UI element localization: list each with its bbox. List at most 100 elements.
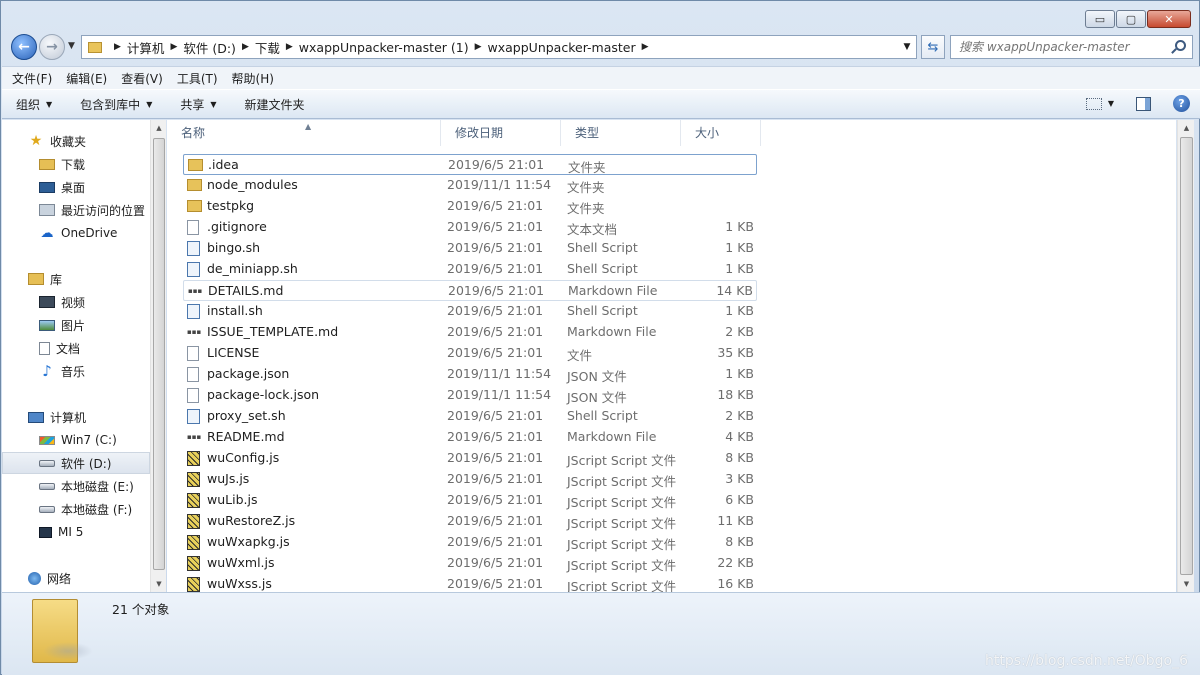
- address-dropdown-icon[interactable]: ▼: [898, 36, 916, 58]
- column-date[interactable]: 修改日期: [441, 120, 561, 146]
- file-date: 2019/6/5 21:01: [448, 157, 545, 172]
- file-size: 8 KB: [725, 450, 754, 465]
- minimize-button[interactable]: ▭: [1085, 10, 1115, 28]
- nav-drive-e[interactable]: 本地磁盘 (E:): [2, 475, 150, 497]
- nav-favorites[interactable]: ★ 收藏夹: [2, 130, 150, 152]
- shell-script-icon: [187, 241, 200, 256]
- nav-drive-c[interactable]: Win7 (C:): [2, 429, 150, 451]
- nav-mi5[interactable]: MI 5: [2, 521, 150, 543]
- file-date: 2019/6/5 21:01: [447, 408, 544, 423]
- nav-music[interactable]: ♪ 音乐: [2, 360, 150, 382]
- address-bar[interactable]: ▶ 计算机 ▶ 软件 (D:) ▶ 下载 ▶ wxappUnpacker-mas…: [81, 35, 917, 59]
- close-button[interactable]: ✕: [1147, 10, 1191, 28]
- include-in-library-button[interactable]: 包含到库中 ▼: [80, 96, 152, 113]
- nav-network[interactable]: 网络: [2, 567, 150, 589]
- file-row[interactable]: wuLib.js 2019/6/5 21:01 JScript Script 文件 6…: [183, 490, 757, 511]
- file-row[interactable]: package-lock.json 2019/11/1 11:54 JSON 文件 1…: [183, 385, 757, 406]
- nav-scroll-thumb[interactable]: [153, 138, 165, 570]
- menu-file[interactable]: 文件(F): [12, 70, 52, 87]
- file-row[interactable]: bingo.sh 2019/6/5 21:01 Shell Script 1 KB: [183, 238, 757, 259]
- file-row[interactable]: testpkg 2019/6/5 21:01 文件夹: [183, 196, 757, 217]
- help-icon[interactable]: ?: [1173, 95, 1190, 112]
- file-row[interactable]: node_modules 2019/11/1 11:54 文件夹: [183, 175, 757, 196]
- scroll-up-icon[interactable]: ▲: [151, 120, 167, 136]
- search-box[interactable]: [950, 35, 1193, 59]
- column-name[interactable]: 名称 ▲: [167, 120, 441, 146]
- search-input[interactable]: [951, 36, 1161, 58]
- file-row[interactable]: package.json 2019/11/1 11:54 JSON 文件 1 KB: [183, 364, 757, 385]
- file-type: JScript Script 文件: [567, 495, 677, 510]
- recent-pages-dropdown[interactable]: ▼: [68, 41, 75, 51]
- back-button[interactable]: ←: [11, 34, 37, 60]
- file-size: 16 KB: [717, 576, 754, 591]
- nav-desktop[interactable]: 桌面: [2, 176, 150, 198]
- file-row[interactable]: ▪▪▪ DETAILS.md 2019/6/5 21:01 Markdown File…: [183, 280, 757, 301]
- nav-drive-f[interactable]: 本地磁盘 (F:): [2, 498, 150, 520]
- nav-pictures[interactable]: 图片: [2, 314, 150, 336]
- file-row[interactable]: wuWxss.js 2019/6/5 21:01 JScript Script 文件…: [183, 574, 757, 592]
- breadcrumb-item-computer[interactable]: 计算机: [127, 38, 165, 57]
- music-note-icon: ♪: [42, 362, 52, 380]
- chevron-right-icon[interactable]: ▶: [475, 42, 482, 52]
- file-row[interactable]: wuRestoreZ.js 2019/6/5 21:01 JScript Scrip…: [183, 511, 757, 532]
- sort-up-icon: ▲: [305, 122, 312, 131]
- file-row[interactable]: wuWxapkg.js 2019/6/5 21:01 JScript Script …: [183, 532, 757, 553]
- nav-recent-places[interactable]: 最近访问的位置: [2, 199, 150, 221]
- file-size: 1 KB: [725, 261, 754, 276]
- file-row[interactable]: de_miniapp.sh 2019/6/5 21:01 Shell Script 1…: [183, 259, 757, 280]
- refresh-button[interactable]: ⇆: [921, 35, 945, 59]
- column-size[interactable]: 大小: [681, 120, 761, 146]
- nav-downloads[interactable]: 下载: [2, 153, 150, 175]
- menu-view[interactable]: 查看(V): [121, 70, 163, 87]
- file-scroll-thumb[interactable]: [1180, 137, 1193, 575]
- file-row[interactable]: .gitignore 2019/6/5 21:01 文本文档 1 KB: [183, 217, 757, 238]
- menu-help[interactable]: 帮助(H): [232, 70, 274, 87]
- share-button[interactable]: 共享 ▼: [180, 96, 216, 113]
- chevron-right-icon[interactable]: ▶: [642, 42, 649, 52]
- nav-libraries[interactable]: 库: [2, 268, 150, 290]
- forward-button[interactable]: →: [39, 34, 65, 60]
- file-row[interactable]: proxy_set.sh 2019/6/5 21:01 Shell Script 2 …: [183, 406, 757, 427]
- nav-videos[interactable]: 视频: [2, 291, 150, 313]
- nav-computer[interactable]: 计算机: [2, 406, 150, 428]
- search-icon[interactable]: [1175, 40, 1186, 51]
- nav-drive-d[interactable]: 软件 (D:): [2, 452, 150, 474]
- file-row[interactable]: wuJs.js 2019/6/5 21:01 JScript Script 文件 3 …: [183, 469, 757, 490]
- new-folder-button[interactable]: 新建文件夹: [245, 96, 305, 113]
- breadcrumb-item-current[interactable]: wxappUnpacker-master: [488, 40, 636, 55]
- chevron-right-icon[interactable]: ▶: [286, 42, 293, 52]
- chevron-right-icon[interactable]: ▶: [114, 42, 121, 52]
- maximize-button[interactable]: ▢: [1116, 10, 1146, 28]
- file-row[interactable]: install.sh 2019/6/5 21:01 Shell Script 1 KB: [183, 301, 757, 322]
- nav-onedrive[interactable]: ☁ OneDrive: [2, 222, 150, 244]
- scroll-down-icon[interactable]: ▼: [1178, 576, 1195, 592]
- organize-button[interactable]: 组织 ▼: [16, 96, 52, 113]
- breadcrumb-item-drive-d[interactable]: 软件 (D:): [183, 38, 236, 57]
- menu-tools[interactable]: 工具(T): [177, 70, 218, 87]
- file-row[interactable]: LICENSE 2019/6/5 21:01 文件 35 KB: [183, 343, 757, 364]
- file-row[interactable]: wuConfig.js 2019/6/5 21:01 JScript Script …: [183, 448, 757, 469]
- column-label: 大小: [695, 126, 720, 140]
- file-type: Markdown File: [567, 324, 657, 339]
- file-date: 2019/6/5 21:01: [447, 261, 544, 276]
- chevron-right-icon[interactable]: ▶: [242, 42, 249, 52]
- view-dropdown-icon[interactable]: ▼: [1108, 99, 1114, 108]
- nav-scrollbar[interactable]: ▲ ▼: [150, 120, 166, 592]
- nav-label: 网络: [47, 571, 72, 586]
- scroll-up-icon[interactable]: ▲: [1178, 120, 1195, 136]
- view-options-icon[interactable]: [1085, 97, 1102, 110]
- file-scrollbar[interactable]: ▲ ▼: [1177, 120, 1194, 592]
- windows-drive-icon: [39, 435, 55, 445]
- file-row[interactable]: ▪▪▪ README.md 2019/6/5 21:01 Markdown File 4…: [183, 427, 757, 448]
- breadcrumb-item-downloads[interactable]: 下载: [255, 38, 280, 57]
- scroll-down-icon[interactable]: ▼: [151, 576, 167, 592]
- preview-pane-icon[interactable]: [1136, 96, 1151, 111]
- menu-edit[interactable]: 编辑(E): [66, 70, 107, 87]
- file-row[interactable]: .idea 2019/6/5 21:01 文件夹: [183, 154, 757, 175]
- chevron-right-icon[interactable]: ▶: [170, 42, 177, 52]
- nav-documents[interactable]: 文档: [2, 337, 150, 359]
- column-type[interactable]: 类型: [561, 120, 681, 146]
- file-row[interactable]: ▪▪▪ ISSUE_TEMPLATE.md 2019/6/5 21:01 Markdo…: [183, 322, 757, 343]
- breadcrumb-item-parent[interactable]: wxappUnpacker-master (1): [299, 40, 469, 55]
- file-row[interactable]: wuWxml.js 2019/6/5 21:01 JScript Script 文件…: [183, 553, 757, 574]
